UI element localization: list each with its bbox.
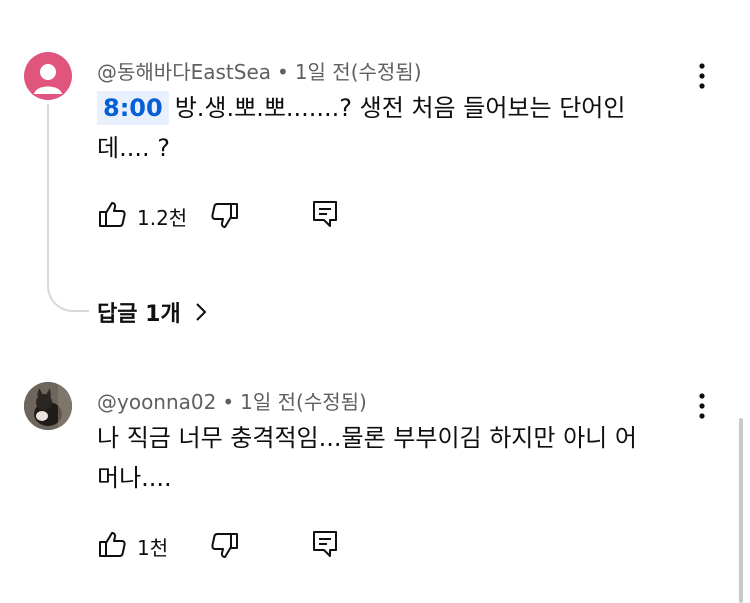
scrollbar-thumb[interactable]	[739, 418, 743, 603]
timestamp-link[interactable]: 8:00	[97, 91, 169, 125]
default-avatar-icon	[34, 64, 62, 94]
reply-icon[interactable]	[311, 529, 339, 559]
meta-separator: •	[222, 390, 235, 414]
meta-separator: •	[277, 60, 289, 84]
comment-text: 나 직금 너무 충격적임...물론 부부이김 하지만 아니 어 머나....	[97, 418, 717, 498]
view-replies-button[interactable]: 답글 1개	[97, 296, 207, 328]
comment-text-line2: 머나....	[97, 464, 172, 492]
more-vertical-icon[interactable]	[692, 393, 712, 419]
thumb-down-icon[interactable]	[210, 531, 240, 561]
comment-text-line2: 데.... ?	[97, 134, 170, 162]
like-count: 1천	[137, 536, 169, 560]
cat-photo-avatar	[24, 382, 72, 430]
avatar[interactable]	[24, 52, 72, 100]
chevron-right-icon	[195, 303, 207, 321]
thumb-up-icon[interactable]	[97, 529, 127, 559]
comment-meta: @동해바다EastSea • 1일 전(수정됨)	[97, 56, 422, 85]
comment-author[interactable]: @yoonna02	[97, 390, 216, 414]
comment-text: 8:00 방.생.뽀.뽀.......? 생전 처음 들어보는 단어인 데....…	[97, 88, 687, 168]
replies-label: 답글 1개	[97, 302, 181, 327]
comment-text-line1: 나 직금 너무 충격적임...물론 부부이김 하지만 아니 어	[97, 424, 637, 452]
avatar[interactable]	[24, 382, 72, 430]
comment-time: 1일 전(수정됨)	[294, 60, 422, 84]
reply-icon[interactable]	[311, 199, 339, 229]
like-count: 1.2천	[137, 206, 188, 230]
thumb-up-icon[interactable]	[97, 199, 127, 229]
more-vertical-icon[interactable]	[692, 63, 712, 89]
reply-thread-line	[47, 104, 89, 312]
comment-text-line1: 방.생.뽀.뽀.......? 생전 처음 들어보는 단어인	[174, 94, 626, 122]
comment-time: 1일 전(수정됨)	[240, 390, 367, 414]
thumb-down-icon[interactable]	[210, 201, 240, 231]
comment-author[interactable]: @동해바다EastSea	[97, 60, 271, 84]
comment-meta: @yoonna02 • 1일 전(수정됨)	[97, 386, 367, 415]
